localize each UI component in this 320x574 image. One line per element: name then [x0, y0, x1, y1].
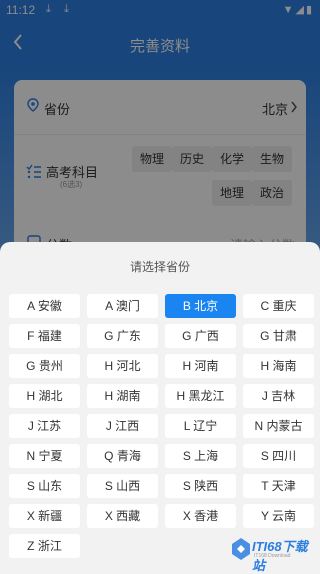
province-option[interactable]: N 内蒙古 — [243, 414, 314, 438]
province-option[interactable]: G 贵州 — [9, 354, 80, 378]
province-option[interactable]: X 西藏 — [87, 504, 158, 528]
province-option[interactable]: T 天津 — [243, 474, 314, 498]
province-picker-sheet: 请选择省份 A 安徽 A 澳门 B 北京 C 重庆 F 福建 G 广东 G 广西 G 甘肃 G … — [0, 242, 320, 568]
watermark-logo-icon — [232, 538, 250, 560]
province-option[interactable]: X 新疆 — [9, 504, 80, 528]
province-option[interactable]: H 黑龙江 — [165, 384, 236, 408]
province-option[interactable]: C 重庆 — [243, 294, 314, 318]
province-option[interactable]: B 北京 — [165, 294, 236, 318]
province-option[interactable]: G 广东 — [87, 324, 158, 348]
watermark-sub: IT168 Download — [254, 553, 291, 559]
province-option[interactable]: J 吉林 — [243, 384, 314, 408]
province-option[interactable]: F 福建 — [9, 324, 80, 348]
province-option[interactable]: H 海南 — [243, 354, 314, 378]
province-option[interactable]: J 江苏 — [9, 414, 80, 438]
province-option[interactable]: H 河南 — [165, 354, 236, 378]
province-option[interactable]: Q 青海 — [87, 444, 158, 468]
province-option[interactable]: S 陕西 — [165, 474, 236, 498]
province-option[interactable]: S 四川 — [243, 444, 314, 468]
watermark: ITI68下载站 IT168 Download — [230, 534, 318, 573]
province-option[interactable]: A 澳门 — [87, 294, 158, 318]
province-option[interactable]: H 湖南 — [87, 384, 158, 408]
province-option[interactable]: S 山东 — [9, 474, 80, 498]
province-option[interactable]: Y 云南 — [243, 504, 314, 528]
province-option[interactable]: N 宁夏 — [9, 444, 80, 468]
province-option[interactable]: H 河北 — [87, 354, 158, 378]
province-option[interactable]: G 广西 — [165, 324, 236, 348]
province-option[interactable]: Z 浙江 — [9, 534, 80, 558]
province-option[interactable]: X 香港 — [165, 504, 236, 528]
province-option[interactable]: H 湖北 — [9, 384, 80, 408]
province-option[interactable]: L 辽宁 — [165, 414, 236, 438]
province-option[interactable]: S 上海 — [165, 444, 236, 468]
province-option[interactable]: J 江西 — [87, 414, 158, 438]
province-option[interactable]: G 甘肃 — [243, 324, 314, 348]
sheet-title: 请选择省份 — [129, 260, 190, 274]
province-option[interactable]: S 山西 — [87, 474, 158, 498]
province-option[interactable]: A 安徽 — [9, 294, 80, 318]
